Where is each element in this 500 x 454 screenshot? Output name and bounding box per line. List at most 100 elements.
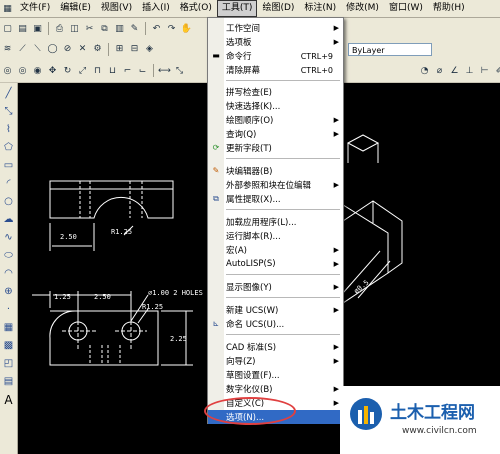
- dim-radius-icon[interactable]: ◔: [418, 64, 431, 77]
- match-icon[interactable]: ✎: [128, 22, 141, 35]
- menu-item-palettes[interactable]: 选项板 ▶: [208, 35, 343, 49]
- rotate-icon[interactable]: ↻: [61, 64, 74, 77]
- cut-icon[interactable]: ✂: [83, 22, 96, 35]
- menu-item-display-image[interactable]: 显示图像(Y) ▶: [208, 280, 343, 294]
- menu-insert[interactable]: 插入(I): [137, 0, 175, 17]
- menu-item-update-fields[interactable]: ⟳ 更新字段(T): [208, 141, 343, 155]
- x-icon[interactable]: ✕: [76, 43, 89, 56]
- osnap2-icon[interactable]: ◎: [16, 64, 29, 77]
- polyline-icon[interactable]: ⌇: [1, 122, 16, 137]
- print-icon[interactable]: ⎙: [53, 22, 66, 35]
- revcloud-icon[interactable]: ☁: [1, 212, 16, 227]
- point-icon[interactable]: ·: [1, 302, 16, 317]
- ban-icon[interactable]: ⊘: [61, 43, 74, 56]
- menu-dimension[interactable]: 标注(N): [299, 0, 341, 17]
- menu-tools[interactable]: 工具(T): [216, 0, 258, 17]
- menu-item-wizards[interactable]: 向导(Z) ▶: [208, 354, 343, 368]
- app-icon[interactable]: ▦: [1, 2, 14, 15]
- menu-item-named-ucs[interactable]: ⊾ 命名 UCS(U)...: [208, 317, 343, 331]
- block-icon[interactable]: ⊟: [128, 43, 141, 56]
- dim-label: 2.25: [170, 335, 187, 343]
- dim-baseline-icon[interactable]: ⊥: [463, 64, 476, 77]
- scale-icon[interactable]: ⤢: [76, 64, 89, 77]
- menu-edit[interactable]: 编辑(E): [55, 0, 96, 17]
- menu-item-spelling[interactable]: 拼写检查(E): [208, 85, 343, 99]
- ellipse-arc-icon[interactable]: ◠: [1, 266, 16, 281]
- menu-item-autolisp[interactable]: AutoLISP(S) ▶: [208, 257, 343, 271]
- menu-item-attribute-extract[interactable]: ⧉ 属性提取(X)...: [208, 192, 343, 206]
- spline-icon[interactable]: ∿: [1, 230, 16, 245]
- polyline-tool-icon[interactable]: ⟍: [31, 43, 44, 56]
- insert-block-icon[interactable]: ⊕: [1, 284, 16, 299]
- menu-window[interactable]: 窗口(W): [384, 0, 428, 17]
- menu-item-command-line[interactable]: ▬ 命令行 CTRL+9: [208, 49, 343, 63]
- menu-item-workspace[interactable]: 工作空间 ▶: [208, 21, 343, 35]
- ellipse-icon[interactable]: ⬭: [1, 248, 16, 263]
- osnap-icon[interactable]: ◎: [1, 64, 14, 77]
- polygon-icon[interactable]: ⬠: [1, 140, 16, 155]
- point-icon[interactable]: ◈: [143, 43, 156, 56]
- linetype-select[interactable]: ByLayer: [348, 42, 432, 56]
- orbit-icon[interactable]: ◉: [31, 64, 44, 77]
- extend-icon[interactable]: ⊔: [106, 64, 119, 77]
- line-tool-icon[interactable]: ⟋: [16, 43, 29, 56]
- menu-format[interactable]: 格式(O): [175, 0, 217, 17]
- submenu-arrow-icon: ▶: [333, 399, 339, 407]
- menu-item-run-script[interactable]: 运行脚本(R)...: [208, 229, 343, 243]
- menu-item-macro[interactable]: 宏(A) ▶: [208, 243, 343, 257]
- mtext-icon[interactable]: A: [1, 392, 16, 407]
- chamfer-icon[interactable]: ⌙: [136, 64, 149, 77]
- dim-diameter-icon[interactable]: ⌀: [433, 64, 446, 77]
- layer-icon[interactable]: ≋: [1, 43, 14, 56]
- ucs-icon: ⊾: [212, 319, 220, 328]
- preview-icon[interactable]: ◫: [68, 22, 81, 35]
- menu-help[interactable]: 帮助(H): [428, 0, 470, 17]
- menu-file[interactable]: 文件(F): [15, 0, 55, 17]
- pan-icon[interactable]: ✋: [180, 22, 193, 35]
- menu-item-clean-screen[interactable]: 清除屏幕 CTRL+0: [208, 63, 343, 77]
- menu-item-cad-standards[interactable]: CAD 标准(S) ▶: [208, 340, 343, 354]
- menu-modify[interactable]: 修改(M): [341, 0, 384, 17]
- circle-icon[interactable]: ○: [1, 194, 16, 209]
- menu-item-xref-edit[interactable]: 外部参照和块在位编辑 ▶: [208, 178, 343, 192]
- fillet-icon[interactable]: ⌐: [121, 64, 134, 77]
- open-icon[interactable]: ▤: [16, 22, 29, 35]
- xline-icon[interactable]: ⤡: [1, 104, 16, 119]
- arc-icon[interactable]: ◜: [1, 176, 16, 191]
- dim-continue-icon[interactable]: ⊢: [478, 64, 491, 77]
- submenu-arrow-icon: ▶: [333, 130, 339, 138]
- dim-edit-icon[interactable]: ✐: [493, 64, 500, 77]
- region-icon[interactable]: ◰: [1, 356, 16, 371]
- menu-view[interactable]: 视图(V): [96, 0, 137, 17]
- rectangle-icon[interactable]: ▭: [1, 158, 16, 173]
- table-icon[interactable]: ▤: [1, 374, 16, 389]
- separator: [48, 22, 49, 35]
- line-icon[interactable]: ╱: [1, 86, 16, 101]
- paste-icon[interactable]: ▥: [113, 22, 126, 35]
- menu-item-drafting-settings[interactable]: 草图设置(F)...: [208, 368, 343, 382]
- undo-icon[interactable]: ↶: [150, 22, 163, 35]
- menu-item-quick-select[interactable]: 快速选择(K)...: [208, 99, 343, 113]
- gear-icon[interactable]: ⚙: [91, 43, 104, 56]
- menu-item-new-ucs[interactable]: 新建 UCS(W) ▶: [208, 303, 343, 317]
- new-icon[interactable]: ▢: [1, 22, 14, 35]
- dim-linear-icon[interactable]: ⟷: [158, 64, 171, 77]
- hatch-icon[interactable]: ⊞: [113, 43, 126, 56]
- move-icon[interactable]: ✥: [46, 64, 59, 77]
- trim-icon[interactable]: ⊓: [91, 64, 104, 77]
- menu-item-draw-order[interactable]: 绘图顺序(O) ▶: [208, 113, 343, 127]
- hatch-icon[interactable]: ▦: [1, 320, 16, 335]
- menu-item-load-application[interactable]: 加载应用程序(L)...: [208, 215, 343, 229]
- menu-item-tablet[interactable]: 数字化仪(B) ▶: [208, 382, 343, 396]
- gradient-icon[interactable]: ▩: [1, 338, 16, 353]
- dim-angle-icon[interactable]: ∠: [448, 64, 461, 77]
- save-icon[interactable]: ▣: [31, 22, 44, 35]
- submenu-arrow-icon: ▶: [333, 385, 339, 393]
- circle-tool-icon[interactable]: ◯: [46, 43, 59, 56]
- menu-draw[interactable]: 绘图(D): [257, 0, 299, 17]
- menu-item-inquiry[interactable]: 查询(Q) ▶: [208, 127, 343, 141]
- redo-icon[interactable]: ↷: [165, 22, 178, 35]
- dim-aligned-icon[interactable]: ⤡: [173, 64, 186, 77]
- copy-icon[interactable]: ⧉: [98, 22, 111, 35]
- menu-item-block-editor[interactable]: ✎ 块编辑器(B): [208, 164, 343, 178]
